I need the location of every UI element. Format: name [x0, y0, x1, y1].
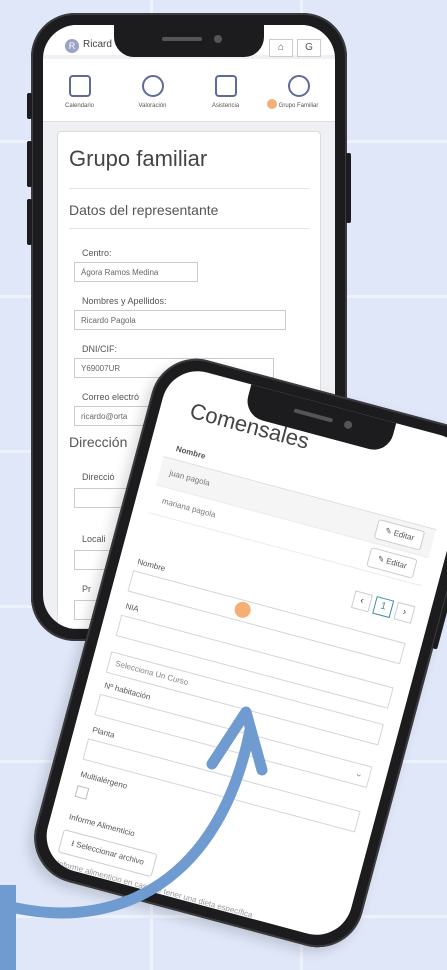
nombres-field[interactable]: Ricardo Pagola: [74, 310, 286, 330]
main-nav: Calendario Valoración Asistencia Grupo F…: [43, 59, 335, 122]
centro-label: Centro:: [82, 248, 112, 258]
user-name[interactable]: Ricard: [83, 39, 112, 50]
touch-indicator: [267, 99, 277, 109]
user-avatar[interactable]: R: [65, 39, 79, 53]
nombres-label: Nombres y Apellidos:: [82, 296, 167, 306]
direccion-label: Direcció: [82, 472, 115, 482]
informe-note: Informe alimenticio en caso de tener una…: [55, 858, 254, 920]
calendar-icon: [68, 75, 91, 97]
section-title: Datos del representante: [69, 202, 219, 218]
pagination: ‹ 1 ›: [350, 590, 416, 624]
corner-block: [0, 885, 16, 970]
address-title: Dirección: [69, 434, 128, 450]
next-page-button[interactable]: ›: [393, 601, 416, 624]
row-name: juan pagola: [168, 468, 211, 488]
multialergeno-checkbox[interactable]: [74, 785, 90, 800]
nav-calendario[interactable]: Calendario: [50, 59, 110, 121]
people-icon: [141, 75, 164, 97]
page-1-button[interactable]: 1: [372, 596, 395, 619]
nia-label: NIA: [124, 601, 140, 614]
comensales-table: Nombre Acciones juan pagola ✎ Editar mar…: [148, 436, 442, 587]
clipboard-icon: [214, 75, 237, 97]
provincia-label: Pr: [82, 584, 91, 594]
localidad-label: Locali: [82, 534, 106, 544]
chevron-down-icon: ⌄: [353, 767, 365, 781]
edit-label: Editar: [385, 556, 408, 571]
nav-label: Valoración: [138, 103, 167, 109]
correo-label: Correo electró: [82, 392, 140, 402]
row-name: mariana pagola: [161, 496, 217, 520]
home-icon[interactable]: ⌂: [269, 39, 293, 57]
family-icon: [287, 75, 310, 97]
notch: [114, 25, 264, 57]
planta-label: Planta: [91, 725, 116, 740]
nav-label: Calendario: [64, 103, 95, 109]
nav-label: Grupo Familiar: [278, 103, 319, 109]
nav-grupo-familiar[interactable]: Grupo Familiar: [269, 59, 329, 121]
google-icon[interactable]: G: [297, 39, 321, 57]
edit-label: Editar: [392, 528, 416, 543]
nav-valoracion[interactable]: Valoración: [123, 59, 183, 121]
page-title: Grupo familiar: [69, 146, 208, 171]
nav-asistencia[interactable]: Asistencia: [196, 59, 256, 121]
centro-field[interactable]: Ágora Ramos Medina: [74, 262, 198, 282]
nav-label: Asistencia: [211, 103, 240, 109]
nombre-label: Nombre: [136, 557, 167, 574]
dni-label: DNI/CIF:: [82, 344, 117, 354]
upload-label: Seleccionar archivo: [75, 839, 145, 867]
prev-page-button[interactable]: ‹: [350, 590, 373, 613]
